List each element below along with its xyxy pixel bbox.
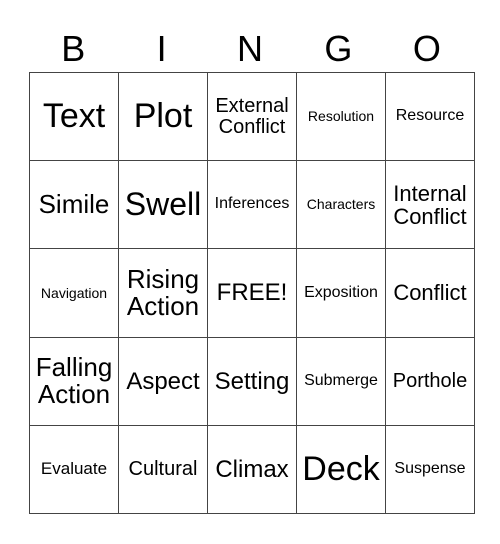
bingo-cell[interactable]: Exposition <box>296 248 386 338</box>
header-letter-o: O <box>412 28 441 69</box>
bingo-row: Navigation Rising Action FREE! Exposition Co… <box>29 248 475 338</box>
header-letter-g: G <box>324 28 353 69</box>
bingo-cell[interactable]: Characters <box>296 160 386 250</box>
bingo-cell[interactable]: Text <box>29 71 119 162</box>
bingo-cell[interactable]: Internal Conflict <box>385 160 475 250</box>
bingo-cell[interactable]: Rising Action <box>118 248 208 338</box>
bingo-cell[interactable]: Inferences <box>207 160 297 250</box>
bingo-cell[interactable]: Navigation <box>29 248 119 338</box>
bingo-cell[interactable]: Conflict <box>385 248 475 338</box>
bingo-cell[interactable]: Swell <box>118 160 208 250</box>
bingo-cell[interactable]: Deck <box>296 424 386 515</box>
bingo-row: Text Plot External Conflict Resolution Resou… <box>29 71 475 162</box>
bingo-card-grid: Text Plot External Conflict Resolution Resou… <box>29 71 475 515</box>
bingo-row: Simile Swell Inferences Characters Internal … <box>29 160 475 250</box>
bingo-cell[interactable]: External Conflict <box>207 71 297 162</box>
bingo-cell[interactable]: Cultural <box>118 424 208 515</box>
free-space-cell[interactable]: FREE! <box>207 248 297 338</box>
header-letter-b: B <box>61 28 86 69</box>
bingo-cell[interactable]: Aspect <box>118 336 208 426</box>
bingo-cell[interactable]: Evaluate <box>29 424 119 515</box>
bingo-row: Evaluate Cultural Climax Deck Suspense <box>29 424 475 515</box>
bingo-cell[interactable]: Falling Action <box>29 336 119 426</box>
bingo-cell[interactable]: Porthole <box>385 336 475 426</box>
bingo-cell[interactable]: Setting <box>207 336 297 426</box>
header-letter-n: N <box>237 28 264 69</box>
bingo-cell[interactable]: Suspense <box>385 424 475 515</box>
header-letter-i: I <box>156 28 167 69</box>
bingo-cell[interactable]: Resolution <box>296 71 386 162</box>
bingo-cell[interactable]: Submerge <box>296 336 386 426</box>
bingo-cell[interactable]: Plot <box>118 71 208 162</box>
bingo-row: Falling Action Aspect Setting Submerge Porth… <box>29 336 475 426</box>
bingo-cell[interactable]: Climax <box>207 424 297 515</box>
bingo-cell[interactable]: Simile <box>29 160 119 250</box>
bingo-header: B I N G O <box>29 26 471 72</box>
bingo-cell[interactable]: Resource <box>385 71 475 162</box>
